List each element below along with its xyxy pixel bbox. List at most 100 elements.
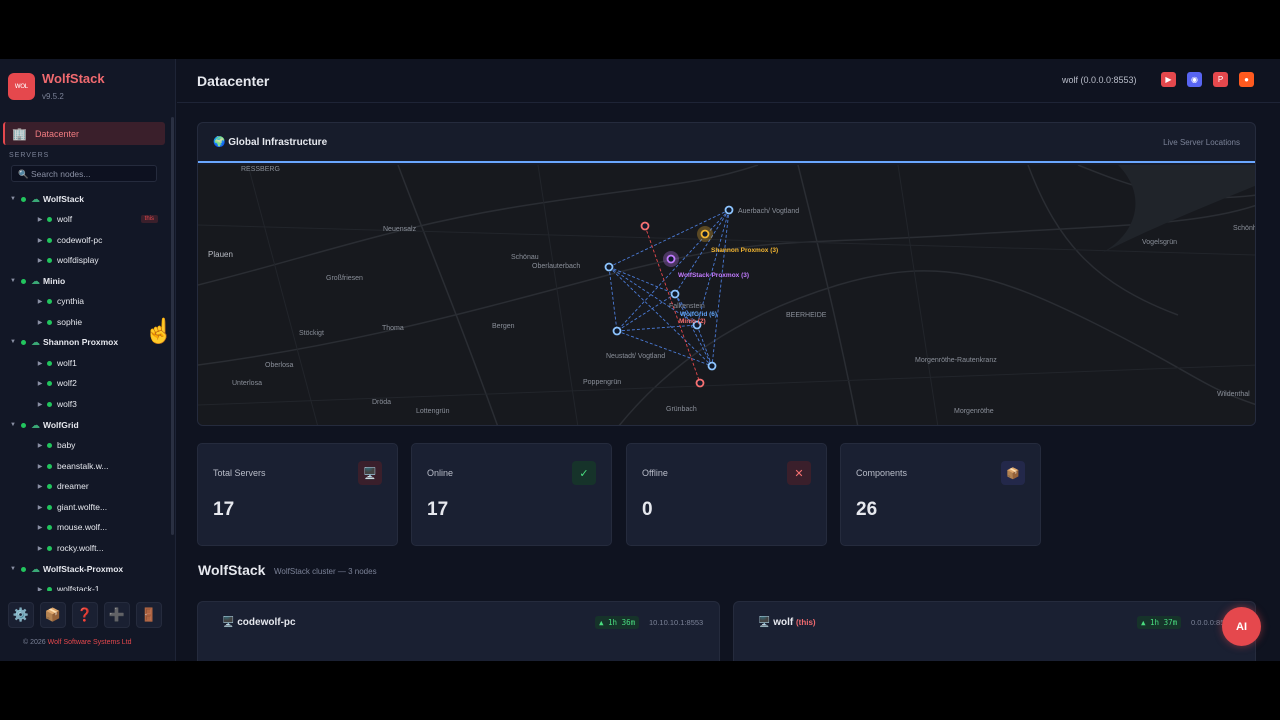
tree-node[interactable]: ▶ baby: [0, 435, 168, 455]
tree-node[interactable]: ▶ dreamer: [0, 476, 168, 496]
node-card-wolf[interactable]: 🖥️ wolf (this) ▲ 1h 37m 0.0.0.0:8553: [733, 601, 1256, 661]
settings-icon[interactable]: ⚙️: [8, 602, 34, 628]
wolf-logo-icon: ᵂᴼᴸ: [8, 73, 35, 100]
tree-node[interactable]: ▶ cynthia: [0, 291, 168, 311]
tree-node[interactable]: ▶ mouse.wolf...: [0, 517, 168, 537]
package-icon[interactable]: 📦: [40, 602, 66, 628]
tree-cluster[interactable]: ▼ ☁ Shannon Proxmox: [0, 332, 168, 352]
chevron-right-icon[interactable]: ▶: [35, 237, 45, 244]
tree-node[interactable]: ▶ wolfstack-1: [0, 579, 168, 591]
map-server-pin[interactable]: [695, 378, 705, 388]
chevron-right-icon[interactable]: ▶: [35, 463, 45, 470]
chevron-down-icon[interactable]: ▼: [8, 566, 18, 572]
node-name: 🖥️ codewolf-pc: [222, 617, 296, 628]
tree-cluster[interactable]: ▼ ☁ WolfGrid: [0, 415, 168, 435]
tree-cluster[interactable]: ▼ ☁ WolfStack-Proxmox: [0, 559, 168, 579]
map-link: [696, 324, 713, 367]
tree-node[interactable]: ▶ giant.wolfte...: [0, 497, 168, 517]
chevron-right-icon[interactable]: ▶: [35, 257, 45, 264]
chevron-down-icon[interactable]: ▼: [8, 339, 18, 345]
map-server-pin[interactable]: [666, 254, 676, 264]
sidebar-item-datacenter[interactable]: 🏢 Datacenter: [3, 122, 165, 145]
search-input[interactable]: 🔍 Search nodes...: [11, 165, 157, 182]
status-dot: [47, 463, 52, 469]
chevron-right-icon[interactable]: ▶: [35, 380, 45, 387]
status-dot: [21, 339, 26, 345]
map-place-label: Oberlosa: [265, 362, 294, 369]
cluster-map-label[interactable]: WolfGrid (6): [680, 311, 717, 318]
uptime-badge: ▲ 1h 36m: [595, 616, 640, 629]
chevron-right-icon[interactable]: ▶: [35, 360, 45, 367]
map-card: 🌍 Global Infrastructure Live Server Loca…: [197, 122, 1256, 426]
this-badge: this: [140, 215, 158, 223]
map-svg[interactable]: Plauen Neuensalz Schönau Oberlauterbach Auer…: [198, 164, 1256, 426]
youtube-icon[interactable]: ▶: [1161, 72, 1176, 87]
chevron-right-icon[interactable]: ▶: [35, 442, 45, 449]
tree-node[interactable]: ▶ wolf2: [0, 373, 168, 393]
main-content: Datacenter wolf (0.0.0.0:8553) ▶ ◉ P ● 🌍 Gl…: [177, 59, 1280, 661]
infrastructure-map[interactable]: Plauen Neuensalz Schönau Oberlauterbach Auer…: [198, 164, 1256, 426]
chevron-right-icon[interactable]: ▶: [35, 504, 45, 511]
chevron-right-icon[interactable]: ▶: [35, 319, 45, 326]
tree-node[interactable]: ▶ sophie: [0, 312, 168, 332]
map-place-label: Morgenröthe-Rautenkranz: [915, 357, 997, 364]
chevron-right-icon[interactable]: ▶: [35, 586, 45, 592]
tree-node[interactable]: ▶ wolfdisplay: [0, 250, 168, 270]
cloud-icon: ☁: [31, 336, 40, 347]
stat-card: Online 17 ✓: [411, 443, 612, 546]
chevron-down-icon[interactable]: ▼: [8, 278, 18, 284]
servers-section-label: SERVERS: [9, 152, 50, 159]
chevron-right-icon[interactable]: ▶: [35, 483, 45, 490]
copyright-link[interactable]: Wolf Software Systems Ltd: [48, 639, 132, 646]
copyright: © 2026 Wolf Software Systems Ltd: [23, 639, 132, 646]
node-label: sophie: [57, 317, 83, 327]
ai-assistant-button[interactable]: AI: [1222, 607, 1261, 646]
map-place-label: Schönheide: [1233, 225, 1256, 232]
discord-icon[interactable]: ◉: [1187, 72, 1202, 87]
map-place-label: Grünbach: [666, 406, 697, 413]
map-server-pin[interactable]: [724, 205, 734, 215]
map-place-label: Poppengrün: [583, 379, 621, 386]
chevron-right-icon[interactable]: ▶: [35, 545, 45, 552]
map-place-label: Stöckigt: [299, 330, 324, 337]
chevron-down-icon[interactable]: ▼: [8, 422, 18, 428]
chevron-right-icon[interactable]: ▶: [35, 298, 45, 305]
tree-cluster[interactable]: ▼ ☁ Minio: [0, 271, 168, 291]
chevron-down-icon[interactable]: ▼: [8, 196, 18, 202]
patreon-icon[interactable]: P: [1213, 72, 1228, 87]
chevron-right-icon[interactable]: ▶: [35, 216, 45, 223]
node-label: rocky.wolft...: [57, 543, 104, 553]
sidebar-item-label: Datacenter: [34, 128, 79, 139]
map-server-pin[interactable]: [612, 326, 622, 336]
cluster-map-label[interactable]: Minio (2): [679, 318, 706, 325]
map-place-label: Lottengrün: [416, 408, 450, 415]
tree-node[interactable]: ▶ wolf1: [0, 353, 168, 373]
map-place-label: Thoma: [382, 325, 404, 332]
brand[interactable]: ᵂᴼᴸ WolfStack v9.5.2: [8, 71, 105, 101]
map-link: [608, 266, 676, 295]
tree-node[interactable]: ▶ wolf this: [0, 209, 168, 229]
status-dot: [47, 216, 52, 222]
map-server-pin[interactable]: [670, 289, 680, 299]
cluster-map-label[interactable]: Shannon Proxmox (3): [711, 247, 778, 254]
chevron-right-icon[interactable]: ▶: [35, 401, 45, 408]
reddit-icon[interactable]: ●: [1239, 72, 1254, 87]
map-place-label: RESSBERG: [241, 166, 280, 173]
node-card-codewolf[interactable]: 🖥️ codewolf-pc ▲ 1h 36m 10.10.10.1:8553: [197, 601, 720, 661]
add-icon[interactable]: ➕: [104, 602, 130, 628]
map-server-pin[interactable]: [640, 221, 650, 231]
tree-node[interactable]: ▶ beanstalk.w...: [0, 456, 168, 476]
map-server-pin[interactable]: [707, 361, 717, 371]
cluster-map-label[interactable]: WolfStack-Proxmox (3): [678, 272, 749, 279]
tree-node[interactable]: ▶ wolf3: [0, 394, 168, 414]
map-server-pin[interactable]: [604, 262, 614, 272]
logout-icon[interactable]: 🚪: [136, 602, 162, 628]
help-icon[interactable]: ❓: [72, 602, 98, 628]
tree-node[interactable]: ▶ codewolf-pc: [0, 230, 168, 250]
map-server-pin[interactable]: [700, 229, 710, 239]
tree-node[interactable]: ▶ rocky.wolft...: [0, 538, 168, 558]
status-dot: [47, 524, 52, 530]
tree-cluster[interactable]: ▼ ☁ WolfStack: [0, 189, 168, 209]
cloud-icon: ☁: [31, 275, 40, 286]
chevron-right-icon[interactable]: ▶: [35, 524, 45, 531]
